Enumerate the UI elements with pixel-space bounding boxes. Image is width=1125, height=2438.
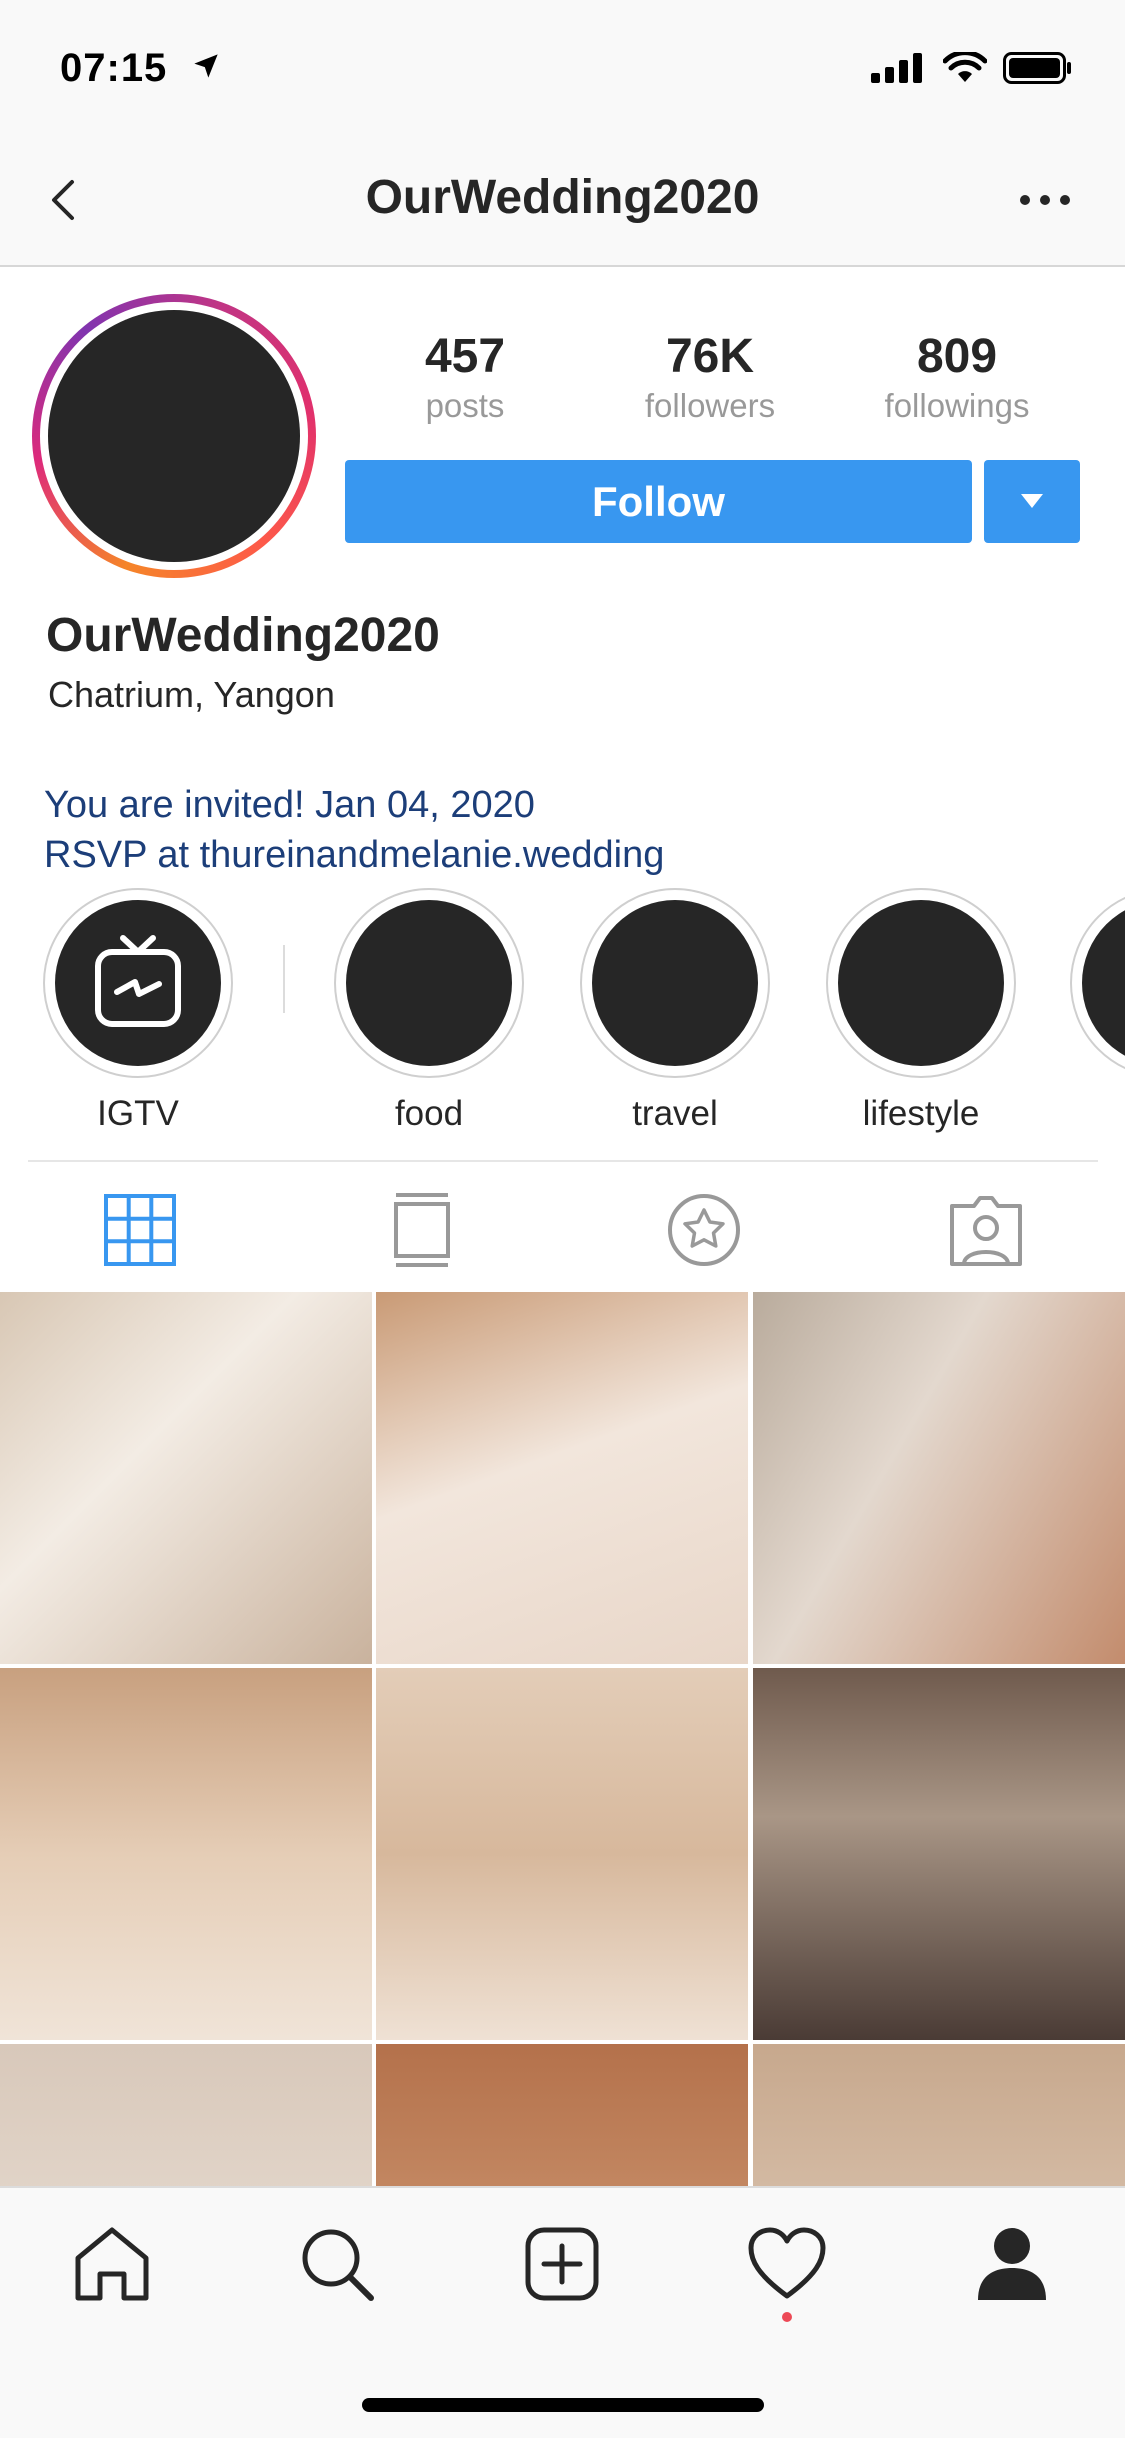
- highlight-label: IGTV: [97, 1094, 179, 1133]
- post-thumbnail[interactable]: [376, 2044, 748, 2186]
- stat-label: posts: [425, 387, 505, 424]
- page-title: OurWedding2020: [365, 171, 760, 224]
- home-indicator: [362, 2398, 764, 2412]
- system-icons: [871, 52, 1073, 84]
- wifi-icon: [943, 52, 987, 82]
- stat-followings[interactable]: 809 followings: [857, 328, 1057, 426]
- reels-icon[interactable]: [382, 1190, 462, 1270]
- bio-line: You are invited! Jan 04, 2020: [44, 784, 535, 826]
- suggested-dropdown-button[interactable]: [984, 460, 1080, 543]
- activity-indicator-dot: [782, 2312, 792, 2322]
- tagged-star-icon[interactable]: [664, 1190, 744, 1270]
- stat-followers[interactable]: 76K followers: [610, 328, 810, 426]
- posts-grid: [0, 1292, 1125, 2186]
- search-icon[interactable]: [297, 2224, 377, 2304]
- profile-icon[interactable]: [972, 2224, 1052, 2304]
- highlight-divider: [283, 945, 285, 1013]
- grid-icon[interactable]: [100, 1190, 180, 1270]
- heart-icon[interactable]: [747, 2224, 827, 2304]
- igtv-icon: [95, 935, 181, 1027]
- stat-value: 76K: [665, 330, 755, 383]
- highlight-igtv[interactable]: IGTV: [43, 888, 233, 1134]
- profile-location[interactable]: Chatrium, Yangon: [48, 674, 335, 716]
- avatar: [48, 310, 300, 562]
- bottom-nav: [0, 2186, 1125, 2438]
- profile-name: OurWedding2020: [46, 609, 440, 662]
- post-thumbnail[interactable]: [753, 1292, 1125, 1664]
- post-thumbnail[interactable]: [0, 2044, 372, 2186]
- highlight-label: food: [394, 1094, 464, 1133]
- signal-icon: [871, 53, 922, 83]
- post-thumbnail[interactable]: [376, 1668, 748, 2040]
- highlight-label: lifestyle: [862, 1094, 980, 1133]
- status-bar: 07:15: [0, 0, 1125, 140]
- post-thumbnail[interactable]: [0, 1668, 372, 2040]
- profile-header: OurWedding2020: [0, 140, 1125, 267]
- highlight-travel[interactable]: travel: [580, 888, 770, 1134]
- tabs-divider: [28, 1160, 1098, 1162]
- stat-label: followings: [884, 387, 1030, 424]
- stat-value: 457: [424, 330, 506, 383]
- bio-link[interactable]: RSVP at thureinandmelanie.wedding: [44, 834, 664, 877]
- battery-icon: [1003, 52, 1071, 84]
- post-thumbnail[interactable]: [0, 1292, 372, 1664]
- add-post-icon[interactable]: [522, 2224, 602, 2304]
- post-thumbnail[interactable]: [376, 1292, 748, 1664]
- post-thumbnail[interactable]: [753, 1668, 1125, 2040]
- chevron-down-icon: [1021, 494, 1043, 508]
- home-icon[interactable]: [72, 2224, 152, 2304]
- highlight-food[interactable]: food: [334, 888, 524, 1134]
- highlight-partial[interactable]: [1070, 888, 1125, 1078]
- highlight-label: travel: [632, 1094, 718, 1133]
- tagged-person-icon[interactable]: [946, 1190, 1026, 1270]
- highlight-lifestyle[interactable]: lifestyle: [826, 888, 1016, 1134]
- follow-button[interactable]: Follow: [345, 460, 972, 543]
- status-time: 07:15: [60, 46, 168, 90]
- stat-label: followers: [644, 387, 776, 424]
- stat-posts[interactable]: 457 posts: [365, 328, 565, 426]
- avatar-story-ring[interactable]: [32, 294, 316, 578]
- location-arrow-icon: [194, 54, 218, 78]
- post-thumbnail[interactable]: [753, 2044, 1125, 2186]
- more-options-icon[interactable]: [1015, 190, 1075, 210]
- stat-value: 809: [916, 330, 998, 383]
